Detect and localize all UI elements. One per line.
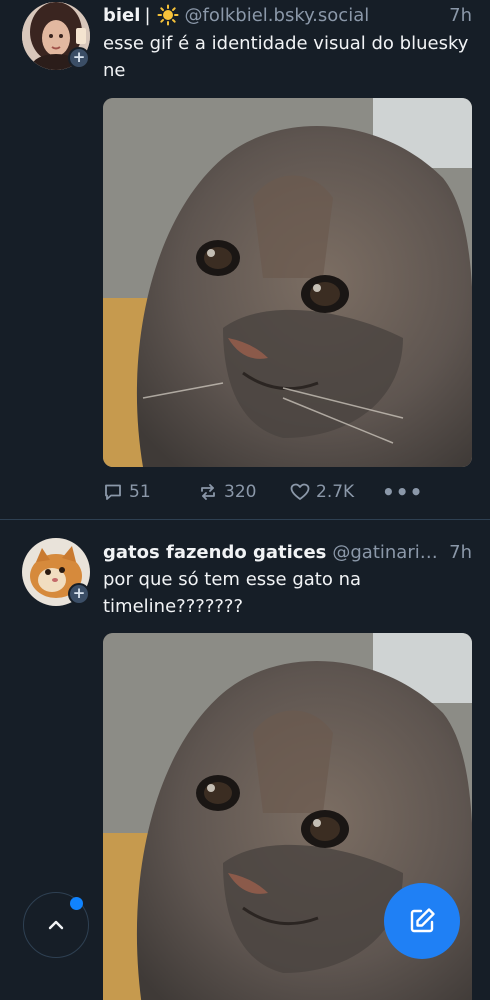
timestamp[interactable]: 7h [449, 542, 472, 563]
repost-button[interactable]: 320 [198, 482, 290, 502]
like-button[interactable]: 2.7K [290, 482, 382, 502]
like-count: 2.7K [316, 482, 355, 502]
reply-count: 51 [129, 482, 151, 502]
repost-count: 320 [224, 482, 257, 502]
sun-icon [157, 4, 179, 26]
post-header: gatos fazendo gatices @gatinarios.b... 7… [103, 537, 472, 567]
post-card[interactable]: + biel | @folkbiel.bsky.social 7h esse g… [0, 0, 490, 520]
reply-button[interactable]: 51 [103, 482, 198, 502]
more-button[interactable]: ••• [382, 480, 423, 504]
more-icon: ••• [382, 480, 424, 504]
post-actions: 51 320 2.7K ••• [103, 478, 423, 506]
display-name[interactable]: biel [103, 5, 140, 26]
post-header: biel | @folkbiel.bsky.social 7h [103, 0, 472, 30]
display-name[interactable]: gatos fazendo gatices [103, 542, 326, 563]
reply-icon [105, 484, 121, 500]
handle[interactable]: @gatinarios.b... [332, 542, 441, 563]
handle[interactable]: @folkbiel.bsky.social [185, 5, 442, 26]
chevron-up-icon [48, 920, 64, 930]
timestamp[interactable]: 7h [449, 5, 472, 26]
cat-image [103, 98, 472, 467]
compose-button[interactable] [384, 883, 460, 959]
compose-icon [410, 908, 435, 933]
post-text: por que só tem esse gato na timeline????… [103, 569, 362, 617]
repost-icon [201, 484, 215, 500]
follow-badge[interactable]: + [68, 47, 90, 69]
follow-badge[interactable]: + [68, 583, 90, 605]
heart-icon [290, 483, 310, 500]
name-separator: | [144, 4, 151, 26]
post-gif[interactable] [103, 98, 472, 467]
post-text: esse gif é a identidade visual do bluesk… [103, 33, 469, 81]
new-posts-indicator [70, 897, 83, 910]
